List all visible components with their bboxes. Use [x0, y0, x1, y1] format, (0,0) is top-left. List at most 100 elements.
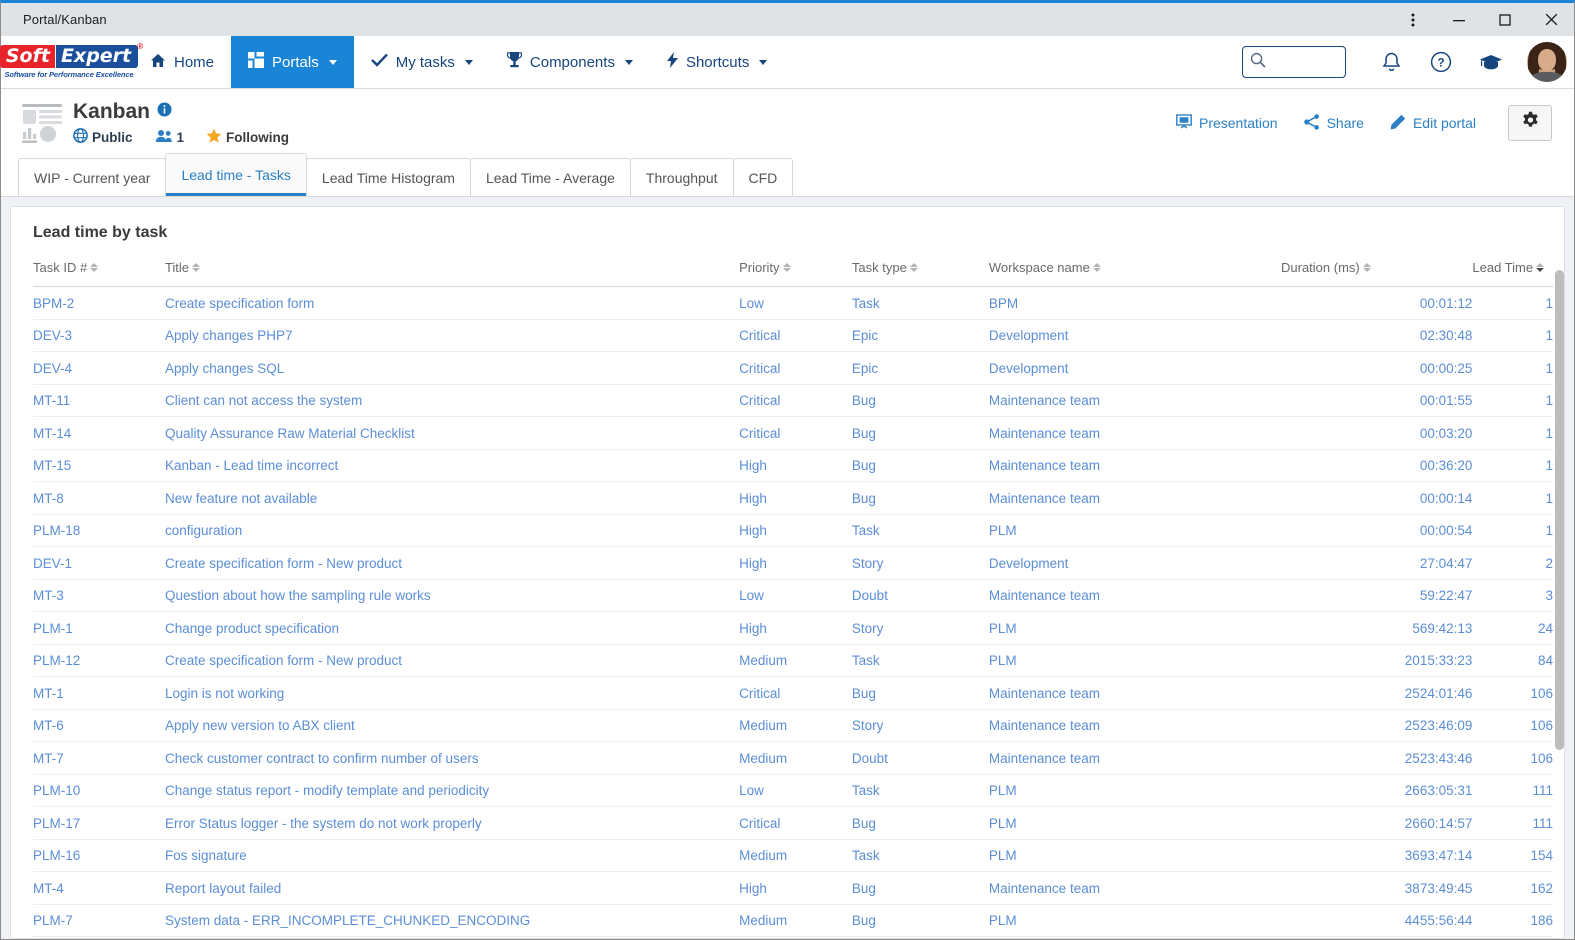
more-options-icon[interactable]: [1390, 3, 1436, 36]
cell-task-type[interactable]: Bug: [851, 481, 989, 515]
column-header-duration[interactable]: Duration (ms): [1281, 260, 1473, 287]
sort-arrows-icon[interactable]: [782, 263, 791, 272]
cell-priority[interactable]: Critical: [739, 676, 852, 710]
cell-priority[interactable]: Critical: [739, 351, 852, 385]
table-row[interactable]: BPM-2 Create specification form Low Task BPM…: [33, 286, 1553, 320]
sort-arrows-icon[interactable]: [1092, 263, 1101, 272]
cell-workspace-name[interactable]: Maintenance team: [988, 579, 1281, 612]
cell-priority[interactable]: Low: [739, 286, 852, 320]
cell-workspace-name[interactable]: Maintenance team: [988, 449, 1281, 482]
cell-title[interactable]: Change product specification: [164, 611, 740, 645]
cell-task-id[interactable]: PLM-18: [33, 514, 165, 547]
cell-task-id[interactable]: PLM-7: [33, 904, 165, 937]
sort-arrows-icon[interactable]: [192, 263, 201, 272]
portal-following[interactable]: Following: [206, 128, 289, 147]
cell-task-type[interactable]: Task: [851, 514, 989, 547]
cell-workspace-name[interactable]: Maintenance team: [988, 871, 1281, 905]
cell-priority[interactable]: High: [739, 514, 852, 547]
sort-arrows-icon[interactable]: [909, 263, 918, 272]
cell-workspace-name[interactable]: PLM: [988, 839, 1281, 872]
cell-task-id[interactable]: BPM-2: [33, 286, 165, 320]
cell-workspace-name[interactable]: Development: [988, 319, 1281, 352]
sort-arrows-icon[interactable]: [90, 263, 99, 272]
cell-workspace-name[interactable]: Maintenance team: [988, 416, 1281, 450]
cell-task-type[interactable]: Task: [851, 644, 989, 677]
cell-workspace-name[interactable]: PLM: [988, 611, 1281, 645]
cell-priority[interactable]: High: [739, 449, 852, 482]
cell-task-type[interactable]: Bug: [851, 871, 989, 905]
cell-task-id[interactable]: PLM-10: [33, 774, 165, 807]
table-row[interactable]: DEV-1 Create specification form - New pro…: [33, 546, 1553, 580]
cell-title[interactable]: System data - ERR_INCOMPLETE_CHUNKED_ENC…: [164, 904, 740, 937]
cell-task-type[interactable]: Doubt: [851, 741, 989, 775]
column-header-task-id[interactable]: Task ID #: [33, 260, 165, 287]
search-box[interactable]: [1242, 46, 1346, 78]
cell-task-id[interactable]: PLM-17: [33, 806, 165, 840]
cell-task-type[interactable]: Task: [851, 774, 989, 807]
cell-task-id[interactable]: MT-7: [33, 741, 165, 775]
cell-task-type[interactable]: Bug: [851, 676, 989, 710]
softexpert-logo[interactable]: Soft Expert ® Software for Performance E…: [0, 36, 143, 88]
nav-item-portals[interactable]: Portals: [231, 36, 354, 88]
cell-title[interactable]: Error Status logger - the system do not …: [164, 806, 740, 840]
cell-task-type[interactable]: Bug: [851, 416, 989, 450]
cell-task-type[interactable]: Task: [851, 839, 989, 872]
table-row[interactable]: PLM-16 Fos signature Medium Task PLM 3693:47:…: [33, 839, 1553, 872]
cell-task-type[interactable]: Bug: [851, 806, 989, 840]
cell-task-type[interactable]: Bug: [851, 904, 989, 937]
table-row[interactable]: MT-14 Quality Assurance Raw Material Chec…: [33, 416, 1553, 450]
table-row[interactable]: MT-8 New feature not available High Bug Main…: [33, 481, 1553, 515]
table-row[interactable]: MT-15 Kanban - Lead time incorrect High Bug…: [33, 449, 1553, 482]
cell-workspace-name[interactable]: Development: [988, 546, 1281, 580]
cell-priority[interactable]: Critical: [739, 319, 852, 352]
close-button[interactable]: [1528, 3, 1574, 36]
presentation-button[interactable]: Presentation: [1176, 114, 1278, 132]
table-row[interactable]: MT-6 Apply new version to ABX client Mediu…: [33, 709, 1553, 742]
search-input[interactable]: [1271, 54, 1338, 70]
table-row[interactable]: MT-11 Client can not access the system Cri…: [33, 384, 1553, 417]
cell-task-id[interactable]: MT-3: [33, 579, 165, 612]
minimize-button[interactable]: [1436, 3, 1482, 36]
table-row[interactable]: PLM-12 Create specification form - New pr…: [33, 644, 1553, 677]
cell-title[interactable]: New feature not available: [164, 481, 740, 515]
cell-priority[interactable]: High: [739, 481, 852, 515]
cell-workspace-name[interactable]: BPM: [988, 286, 1281, 320]
cell-task-type[interactable]: Epic: [851, 351, 989, 385]
nav-item-shortcuts[interactable]: Shortcuts: [650, 36, 784, 88]
cell-title[interactable]: configuration: [164, 514, 740, 547]
cell-priority[interactable]: High: [739, 871, 852, 905]
cell-task-id[interactable]: MT-4: [33, 871, 165, 905]
nav-item-my-tasks[interactable]: My tasks: [354, 36, 490, 88]
cell-title[interactable]: Login is not working: [164, 676, 740, 710]
cell-title[interactable]: Change status report - modify template a…: [164, 774, 740, 807]
table-row[interactable]: MT-1 Login is not working Critical Bug Maint…: [33, 676, 1553, 710]
cell-priority[interactable]: Critical: [739, 384, 852, 417]
cell-workspace-name[interactable]: Maintenance team: [988, 741, 1281, 775]
cell-task-id[interactable]: PLM-16: [33, 839, 165, 872]
cell-workspace-name[interactable]: PLM: [988, 514, 1281, 547]
tab-lead-time-average[interactable]: Lead Time - Average: [469, 158, 631, 196]
cell-priority[interactable]: High: [739, 611, 852, 645]
column-header-task-type[interactable]: Task type: [851, 260, 989, 287]
cell-task-id[interactable]: MT-11: [33, 384, 165, 417]
cell-title[interactable]: Report layout failed: [164, 871, 740, 905]
cell-priority[interactable]: Medium: [739, 904, 852, 937]
tab-wip-current-year[interactable]: WIP - Current year: [18, 158, 167, 196]
column-header-workspace-name[interactable]: Workspace name: [988, 260, 1281, 287]
cell-task-type[interactable]: Story: [851, 611, 989, 645]
cell-task-type[interactable]: Story: [851, 709, 989, 742]
cell-priority[interactable]: High: [739, 546, 852, 580]
cell-title[interactable]: Client can not access the system: [164, 384, 740, 417]
cell-task-type[interactable]: Epic: [851, 319, 989, 352]
table-row[interactable]: PLM-10 Change status report - modify temp…: [33, 774, 1553, 807]
cell-priority[interactable]: Medium: [739, 709, 852, 742]
scrollbar-thumb[interactable]: [1555, 270, 1564, 750]
table-row[interactable]: PLM-1 Change product specification High Sto…: [33, 611, 1553, 645]
cell-title[interactable]: Create specification form: [164, 286, 740, 320]
sort-arrows-icon[interactable]: [1362, 263, 1371, 272]
tab-lead-time-tasks[interactable]: Lead time - Tasks: [165, 153, 307, 196]
cell-workspace-name[interactable]: Maintenance team: [988, 481, 1281, 515]
cell-title[interactable]: Quality Assurance Raw Material Checklist: [164, 416, 740, 450]
bell-icon[interactable]: [1374, 45, 1408, 79]
table-row[interactable]: MT-4 Report layout failed High Bug Maintenan…: [33, 871, 1553, 905]
